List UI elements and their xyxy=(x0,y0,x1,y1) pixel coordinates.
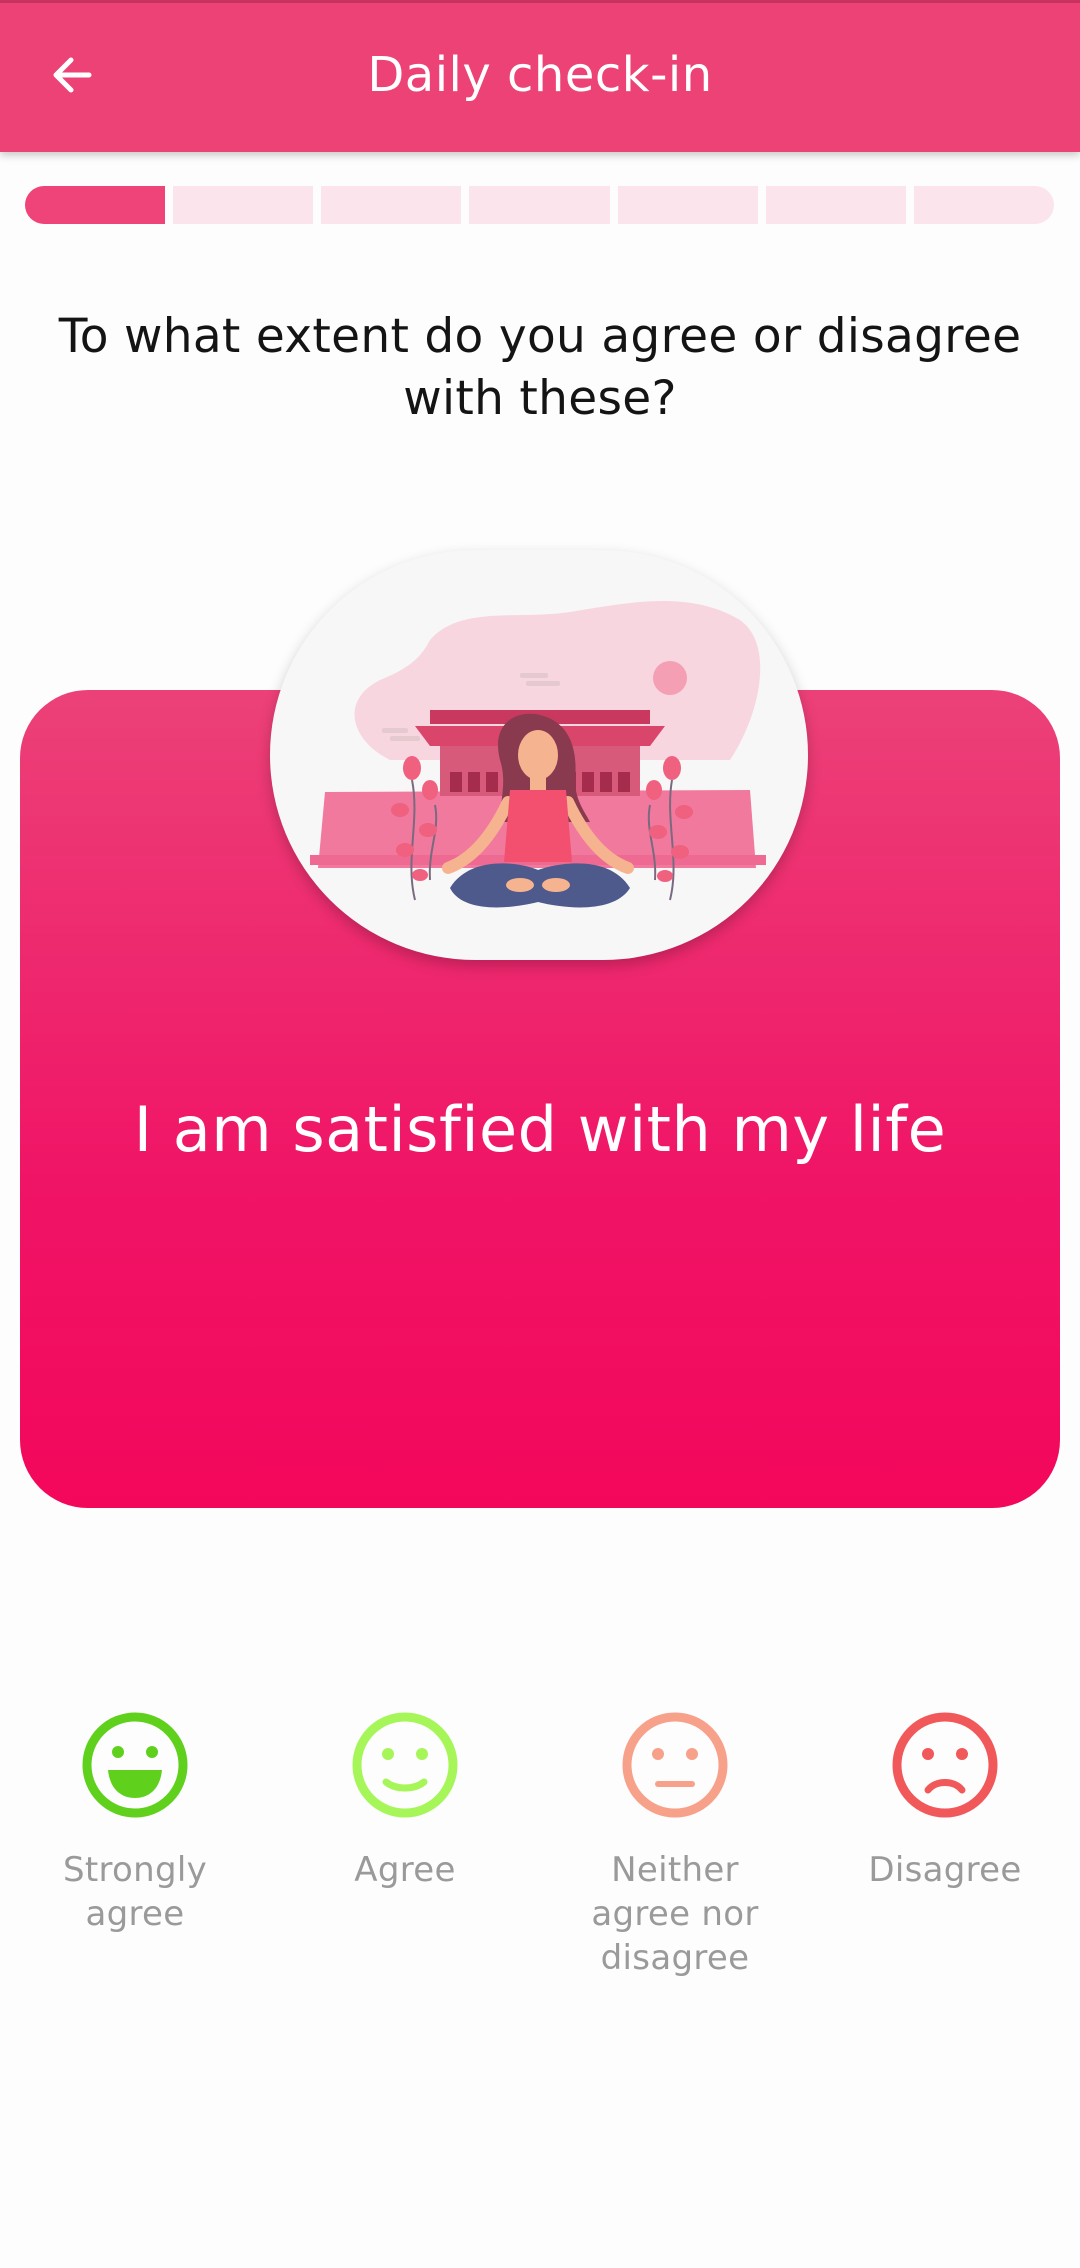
question-text: To what extent do you agree or disagree … xyxy=(58,309,1022,426)
progress-step-1 xyxy=(25,186,166,224)
progress-step-3 xyxy=(321,186,462,224)
app-bar: Daily check-in xyxy=(0,0,1080,152)
big-smile-icon xyxy=(82,1712,188,1818)
option-strongly-agree[interactable]: Strongly agree xyxy=(20,1710,250,1936)
smile-icon xyxy=(352,1712,458,1818)
option-disagree[interactable]: Disagree xyxy=(830,1710,1060,1892)
page-title: Daily check-in xyxy=(367,47,713,103)
option-agree[interactable]: Agree xyxy=(290,1710,520,1892)
step-progress xyxy=(25,186,1054,224)
meditating-woman-illustration xyxy=(310,600,766,908)
option-label: Agree xyxy=(354,1850,456,1890)
neutral-face-icon xyxy=(622,1712,728,1818)
option-label: Disagree xyxy=(868,1850,1022,1890)
option-neutral[interactable]: Neither agree nor disagree xyxy=(560,1710,790,1980)
option-label: Neither agree nor disagree xyxy=(591,1850,759,1978)
progress-step-6 xyxy=(765,186,906,224)
illustration-badge xyxy=(270,550,808,960)
frown-icon xyxy=(892,1712,998,1818)
progress-step-5 xyxy=(617,186,758,224)
progress-step-4 xyxy=(469,186,610,224)
progress-step-7 xyxy=(913,186,1054,224)
statement-text: I am satisfied with my life xyxy=(133,1093,947,1166)
progress-step-2 xyxy=(173,186,314,224)
option-label: Strongly agree xyxy=(62,1850,208,1934)
